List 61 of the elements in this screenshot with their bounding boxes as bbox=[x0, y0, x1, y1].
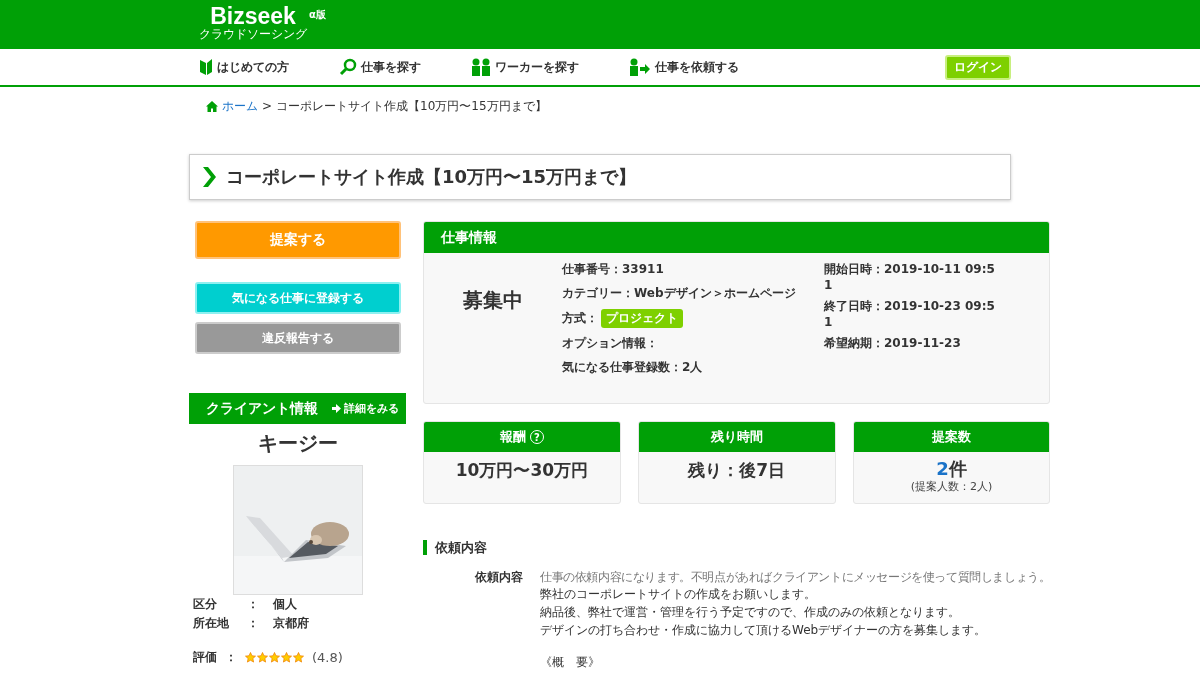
nav-link[interactable]: はじめての方 bbox=[199, 58, 289, 76]
rating-label: 評価 bbox=[193, 649, 217, 666]
reward-value: 10万円〜30万円 bbox=[454, 459, 590, 482]
star-icon bbox=[293, 652, 304, 663]
breadcrumb-separator: > bbox=[262, 99, 273, 113]
proposer-count: (提案人数：2人) bbox=[909, 479, 994, 494]
info-text: オプション情報： bbox=[562, 335, 659, 352]
info-label: 方式： bbox=[562, 310, 598, 327]
info-text: 気になる仕事登録数：2人 bbox=[562, 359, 704, 376]
site-logo[interactable]: Bizseek bbox=[210, 4, 296, 28]
stat-heading: 提案数 bbox=[932, 428, 971, 446]
stat-heading: 残り時間 bbox=[710, 428, 763, 446]
people-icon bbox=[471, 58, 491, 76]
star-icon bbox=[257, 652, 268, 663]
method-tag: プロジェクト bbox=[601, 309, 683, 328]
detail-link[interactable]: 詳細をみる bbox=[332, 401, 399, 416]
request-paragraph: 《概 要》 bbox=[540, 654, 601, 671]
client-heading: クライアント情報 bbox=[206, 399, 318, 418]
request-hint: 仕事の依頼内容になります。不明点があればクライアントにメッセージを使って質問しましょう。 bbox=[540, 569, 1051, 585]
date-text: 開始日時：2019-10-11 09:51 bbox=[824, 261, 996, 292]
rating-score: (4.8) bbox=[312, 650, 343, 665]
field-separator: ： bbox=[247, 615, 259, 632]
field-label: 区分 bbox=[193, 596, 218, 613]
logo-tagline: クラウドソーシング bbox=[199, 28, 307, 41]
date-text: 希望納期：2019-11-23 bbox=[824, 335, 962, 352]
nav-link[interactable]: 仕事を探す bbox=[339, 58, 421, 76]
star-icon bbox=[269, 652, 280, 663]
request-label: 依頼内容 bbox=[474, 569, 523, 586]
section-heading: 依頼内容 bbox=[423, 540, 1051, 555]
nav-link[interactable]: ワーカーを探す bbox=[471, 58, 579, 76]
info-text: カテゴリー：Webデザイン＞ホームページ bbox=[562, 285, 797, 302]
field-label: 所在地 bbox=[193, 615, 230, 632]
client-name: キージー bbox=[257, 430, 338, 457]
time-left-value: 残り：後7日 bbox=[686, 459, 787, 482]
field-value: 個人 bbox=[273, 596, 297, 613]
info-text: 仕事番号：33911 bbox=[562, 261, 665, 278]
report-button[interactable]: 違反報告する bbox=[195, 322, 401, 354]
stat-heading: 報酬 bbox=[499, 428, 526, 446]
home-icon bbox=[206, 100, 218, 112]
arrow-icon bbox=[332, 404, 341, 413]
edition-label: α版 bbox=[309, 8, 326, 22]
job-status: 募集中 bbox=[462, 287, 524, 314]
rating-separator: ： bbox=[225, 649, 237, 666]
propose-button[interactable]: 提案する bbox=[195, 221, 401, 259]
person-arrow-icon bbox=[629, 58, 651, 76]
star-icon bbox=[281, 652, 292, 663]
field-value: 京都府 bbox=[273, 615, 309, 632]
star-icon bbox=[245, 652, 256, 663]
job-title: コーポレートサイト作成【10万円〜15万円まで】 bbox=[226, 165, 637, 189]
proposal-count: 2件 bbox=[935, 459, 968, 479]
login-button[interactable]: ログイン bbox=[945, 54, 1011, 80]
date-text: 終了日時：2019-10-23 09:51 bbox=[824, 298, 996, 329]
breadcrumb-current: コーポレートサイト作成【10万円〜15万円まで】 bbox=[276, 97, 547, 115]
panel-heading: 仕事情報 bbox=[441, 228, 497, 247]
field-separator: ： bbox=[247, 596, 259, 613]
request-paragraph: 弊社のコーポレートサイトの作成をお願いします。 納品後、弊社で運営・管理を行う予定ですので、作成のみの依頼となります。 デザインの打ち合わせ・作成に協力して頂けるWebデザイナーの方を募集します。 bbox=[540, 586, 988, 639]
search-icon bbox=[339, 58, 357, 76]
home-link[interactable]: ホーム bbox=[206, 97, 258, 115]
favorite-button[interactable]: 気になる仕事に登録する bbox=[195, 282, 401, 314]
chevron-icon bbox=[202, 166, 216, 188]
nav-link[interactable]: 仕事を依頼する bbox=[629, 58, 739, 76]
